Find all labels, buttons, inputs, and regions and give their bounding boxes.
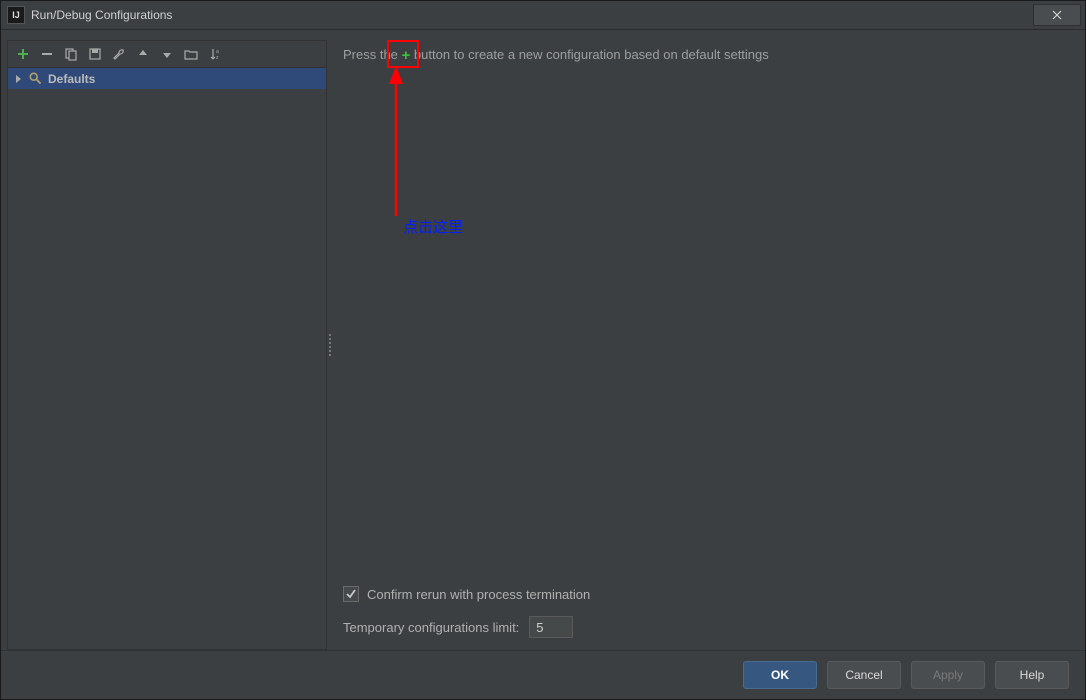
splitter-handle-icon bbox=[329, 334, 331, 356]
move-up-button[interactable] bbox=[134, 45, 152, 63]
copy-icon bbox=[64, 47, 78, 61]
close-icon bbox=[1052, 10, 1062, 20]
arrow-down-icon bbox=[160, 47, 174, 61]
annotation-text: 点击这里 bbox=[403, 216, 463, 237]
hint-prefix: Press the bbox=[343, 47, 402, 62]
arrow-up-icon bbox=[136, 47, 150, 61]
wrench-icon bbox=[112, 47, 126, 61]
close-button[interactable] bbox=[1033, 4, 1081, 26]
remove-configuration-button[interactable] bbox=[38, 45, 56, 63]
plus-icon bbox=[16, 47, 30, 61]
save-configuration-button[interactable] bbox=[86, 45, 104, 63]
temp-limit-input[interactable] bbox=[529, 616, 573, 638]
dialog-title: Run/Debug Configurations bbox=[31, 8, 172, 22]
help-button[interactable]: Help bbox=[995, 661, 1069, 689]
folder-icon bbox=[184, 47, 198, 61]
temp-limit-row: Temporary configurations limit: bbox=[343, 616, 1069, 638]
confirm-rerun-row: Confirm rerun with process termination bbox=[343, 586, 1069, 602]
run-debug-config-dialog: IJ Run/Debug Configurations bbox=[0, 0, 1086, 700]
titlebar-left: IJ Run/Debug Configurations bbox=[7, 6, 172, 24]
annotation-arrow-icon bbox=[386, 66, 416, 216]
tree-node-label: Defaults bbox=[48, 72, 95, 86]
move-down-button[interactable] bbox=[158, 45, 176, 63]
hint-suffix: button to create a new configuration bas… bbox=[410, 47, 768, 62]
tree-node-defaults[interactable]: Defaults bbox=[8, 68, 326, 89]
configurations-tree[interactable]: Defaults bbox=[8, 68, 326, 649]
intellij-icon: IJ bbox=[7, 6, 25, 24]
sort-icon: a z bbox=[208, 47, 222, 61]
save-icon bbox=[88, 47, 102, 61]
wrench-gear-icon bbox=[28, 71, 44, 87]
folder-button[interactable] bbox=[182, 45, 200, 63]
temp-limit-label: Temporary configurations limit: bbox=[343, 620, 519, 635]
svg-text:z: z bbox=[216, 55, 219, 61]
configurations-toolbar: a z bbox=[8, 41, 326, 68]
titlebar: IJ Run/Debug Configurations bbox=[1, 1, 1085, 30]
empty-state-hint: Press the + button to create a new confi… bbox=[343, 46, 1069, 63]
details-pane: Press the + button to create a new confi… bbox=[333, 40, 1079, 650]
window-buttons bbox=[1033, 3, 1085, 27]
apply-button[interactable]: Apply bbox=[911, 661, 985, 689]
sort-alpha-button[interactable]: a z bbox=[206, 45, 224, 63]
cancel-button[interactable]: Cancel bbox=[827, 661, 901, 689]
configurations-pane: a z Defaults bbox=[7, 40, 327, 650]
ok-button[interactable]: OK bbox=[743, 661, 817, 689]
confirm-rerun-label: Confirm rerun with process termination bbox=[367, 587, 590, 602]
checkmark-icon bbox=[346, 589, 356, 599]
expand-icon bbox=[14, 75, 24, 83]
options-area: Confirm rerun with process termination T… bbox=[343, 586, 1069, 638]
hint-plus-icon: + bbox=[402, 47, 411, 64]
confirm-rerun-checkbox[interactable] bbox=[343, 586, 359, 602]
add-configuration-button[interactable] bbox=[14, 45, 32, 63]
content-area: a z Defaults bbox=[1, 30, 1085, 650]
edit-defaults-button[interactable] bbox=[110, 45, 128, 63]
minus-icon bbox=[40, 47, 54, 61]
copy-configuration-button[interactable] bbox=[62, 45, 80, 63]
dialog-footer: OK Cancel Apply Help bbox=[1, 650, 1085, 699]
